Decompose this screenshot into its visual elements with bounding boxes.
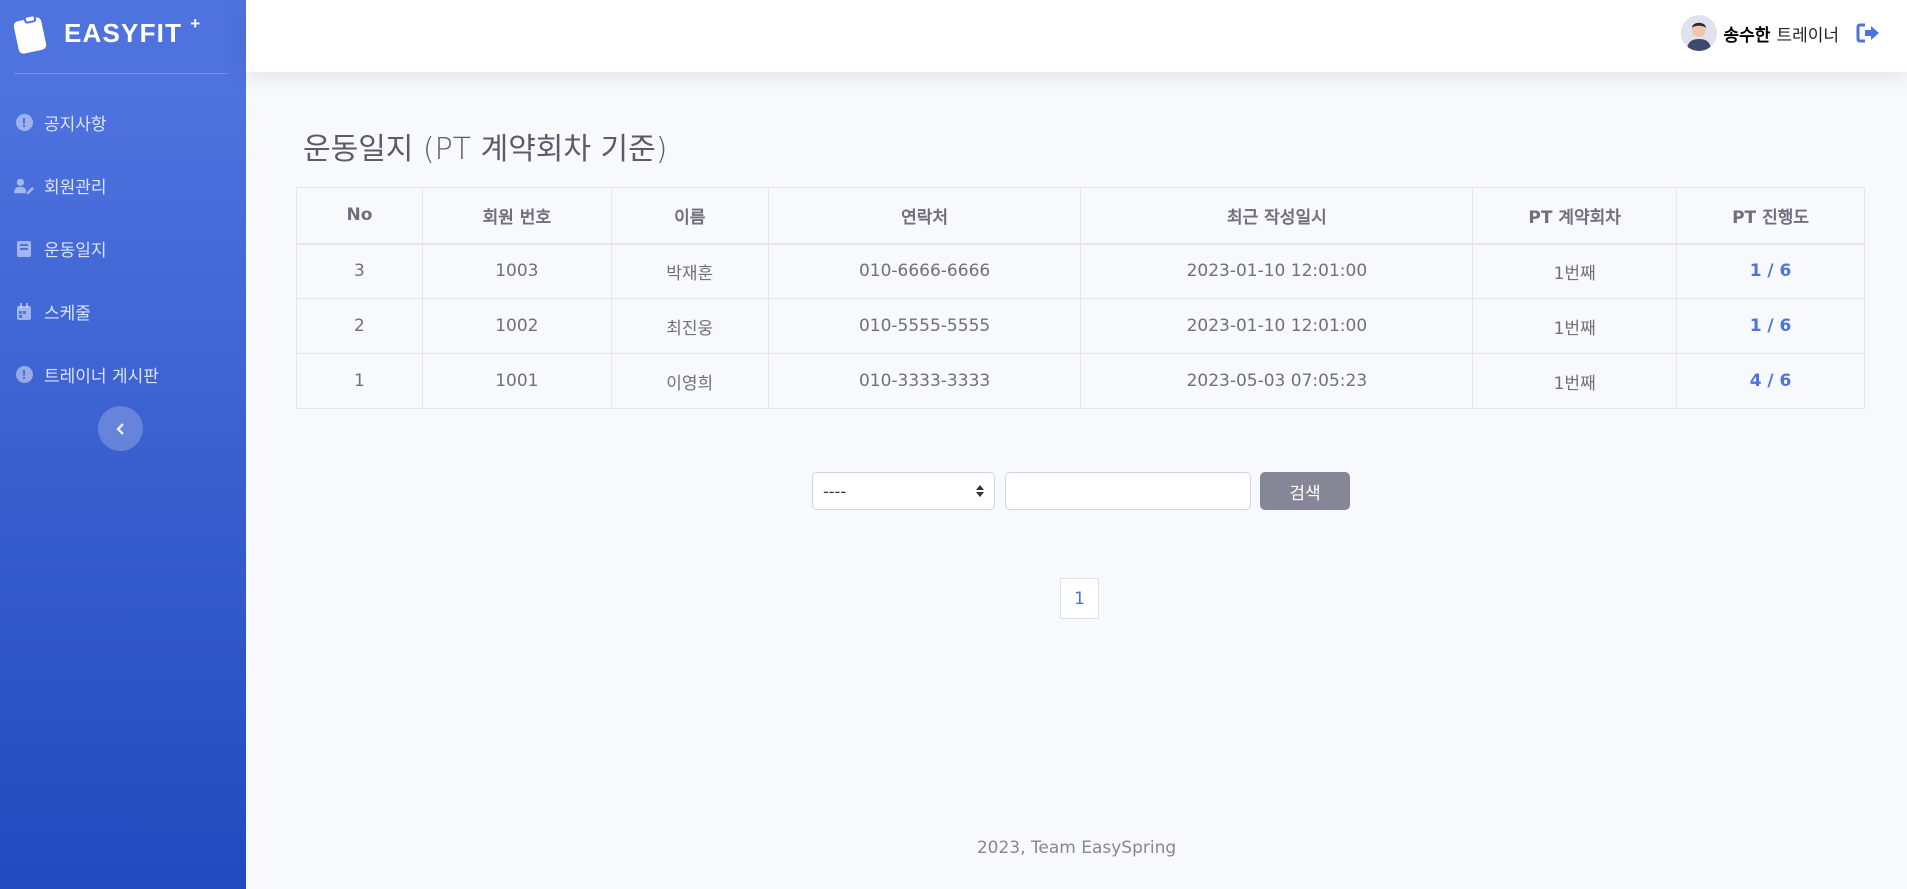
chevron-left-icon [115,422,124,435]
sidebar-item-workout-log[interactable]: 운동일지 [14,236,107,261]
column-header: 연락처 [767,187,1082,245]
pagination-page[interactable]: 1 [1060,578,1099,619]
column-header: No [296,187,423,245]
table-row[interactable]: 3 1003 박재훈 010-6666-6666 2023-01-10 12:0… [296,243,1865,299]
table-row[interactable]: 1 1001 이영희 010-3333-3333 2023-05-03 07:0… [296,353,1865,409]
column-header: 회원 번호 [421,187,612,245]
search-button[interactable]: 검색 [1260,472,1350,510]
exclamation-circle-icon: ! [14,113,34,133]
sidebar-item-label: 운동일지 [44,241,107,261]
brand-sup: + [190,14,201,33]
calendar-icon [14,302,34,322]
cell-phone: 010-6666-6666 [767,243,1082,299]
cell-no: 2 [296,298,423,354]
cell-pt-contract: 1번째 [1472,243,1678,299]
cell-phone: 010-5555-5555 [767,298,1082,354]
search-input[interactable] [1005,472,1251,510]
cell-pt-contract: 1번째 [1472,298,1678,354]
cell-pt-progress-link[interactable]: 1 / 6 [1676,298,1865,354]
cell-last-written: 2023-05-03 07:05:23 [1080,353,1474,409]
column-header: PT 진행도 [1676,187,1865,245]
table-row[interactable]: 2 1002 최진웅 010-5555-5555 2023-01-10 12:0… [296,298,1865,354]
cell-no: 3 [296,243,423,299]
sidebar-item-label: 스케줄 [44,304,91,324]
sidebar: EASYFIT + ! 공지사항 회원관리 운동일지 스케줄 ! 트레이너 게시… [0,0,246,889]
user-role: 트레이너 [1776,25,1839,46]
book-icon [14,239,34,259]
sidebar-item-members[interactable]: 회원관리 [14,173,107,198]
search-type-select[interactable]: ---- [812,472,995,510]
search-type-value: ---- [823,481,847,501]
cell-member-id: 1003 [421,243,612,299]
cell-last-written: 2023-01-10 12:01:00 [1080,298,1474,354]
user-edit-icon [14,176,34,196]
user-menu[interactable]: 송수한 트레이너 [1680,14,1881,52]
select-arrows-icon [976,485,984,497]
cell-pt-progress-link[interactable]: 1 / 6 [1676,243,1865,299]
cell-last-written: 2023-01-10 12:01:00 [1080,243,1474,299]
exclamation-circle-icon: ! [14,365,34,385]
cell-no: 1 [296,353,423,409]
user-name: 송수한 [1723,25,1771,46]
workout-log-table: No 회원 번호 이름 연락처 최근 작성일시 PT 계약회차 PT 진행도 3… [296,187,1865,409]
cell-name: 이영희 [610,353,769,409]
cell-name: 박재훈 [610,243,769,299]
column-header: PT 계약회차 [1472,187,1678,245]
sidebar-divider [14,73,228,74]
cell-pt-progress-link[interactable]: 4 / 6 [1676,353,1865,409]
footer-text: 2023, Team EasySpring [976,838,1177,858]
sidebar-item-trainer-board[interactable]: ! 트레이너 게시판 [14,362,159,387]
avatar[interactable] [1680,15,1717,51]
sign-out-icon[interactable] [1855,22,1881,44]
page-title: 운동일지 (PT 계약회차 기준) [303,132,668,167]
sidebar-item-notice[interactable]: ! 공지사항 [14,110,107,135]
search-bar: ---- 검색 [812,472,1350,510]
cell-name: 최진웅 [610,298,769,354]
topbar: 송수한 트레이너 [246,0,1907,72]
sidebar-item-label: 회원관리 [44,178,107,198]
sidebar-toggle-button[interactable] [98,406,143,451]
brand[interactable]: EASYFIT + [12,8,201,58]
table-header-row: No 회원 번호 이름 연락처 최근 작성일시 PT 계약회차 PT 진행도 [296,187,1865,245]
cell-member-id: 1001 [421,353,612,409]
cell-member-id: 1002 [421,298,612,354]
cell-phone: 010-3333-3333 [767,353,1082,409]
column-header: 최근 작성일시 [1080,187,1474,245]
sidebar-item-schedule[interactable]: 스케줄 [14,299,91,324]
sidebar-item-label: 공지사항 [44,115,107,135]
clipboard-icon [12,13,48,55]
cell-pt-contract: 1번째 [1472,353,1678,409]
brand-name: EASYFIT [64,17,183,48]
sidebar-item-label: 트레이너 게시판 [44,367,159,387]
column-header: 이름 [610,187,769,245]
